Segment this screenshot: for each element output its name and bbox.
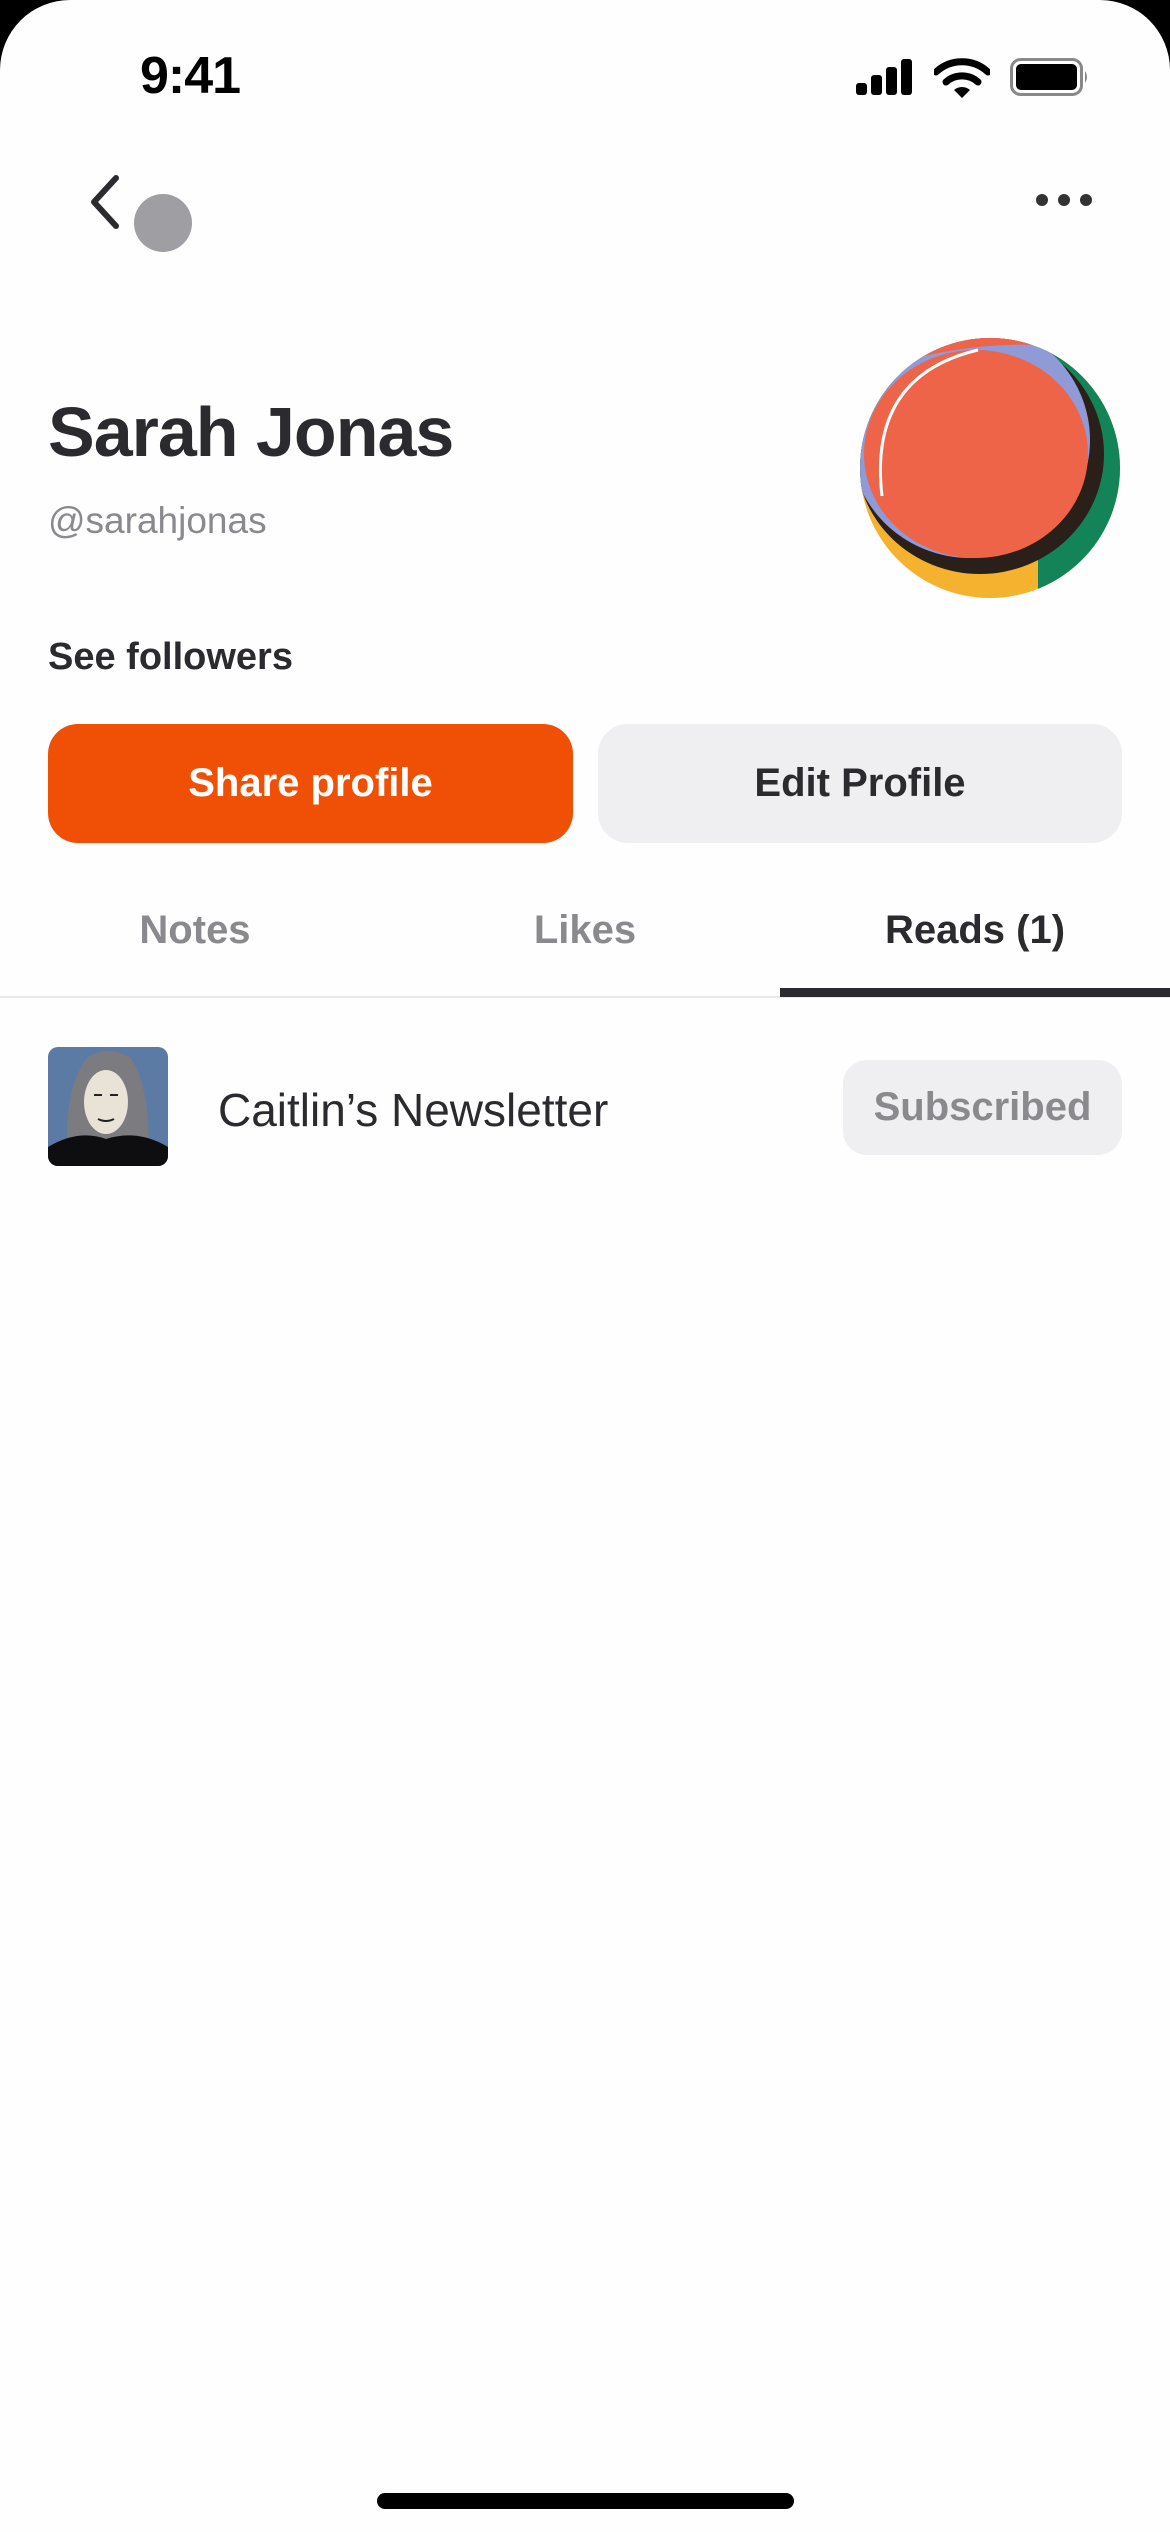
subscribed-button[interactable]: Subscribed xyxy=(843,1060,1122,1155)
edit-profile-button[interactable]: Edit Profile xyxy=(598,724,1122,843)
more-options-button[interactable] xyxy=(1034,190,1094,210)
profile-handle: @sarahjonas xyxy=(48,500,267,541)
profile-screen: 9:41 Sarah Jonas @sarahjonas See followe… xyxy=(0,0,1170,2532)
home-indicator[interactable] xyxy=(377,2493,794,2509)
cellular-signal-icon xyxy=(856,59,914,95)
status-time: 9:41 xyxy=(140,47,241,105)
newsletter-thumbnail[interactable] xyxy=(48,1047,168,1166)
wifi-icon xyxy=(934,58,990,98)
tab-reads[interactable]: Reads (1) xyxy=(780,908,1170,953)
profile-avatar[interactable] xyxy=(858,336,1122,600)
tab-notes[interactable]: Notes xyxy=(0,908,390,953)
back-button[interactable] xyxy=(86,172,126,232)
share-profile-button[interactable]: Share profile xyxy=(48,724,573,843)
touch-indicator xyxy=(134,194,192,252)
chevron-left-icon xyxy=(91,175,119,229)
profile-name: Sarah Jonas xyxy=(48,393,454,471)
active-tab-indicator xyxy=(780,988,1170,997)
newsletter-title[interactable]: Caitlin’s Newsletter xyxy=(218,1083,608,1137)
ellipsis-icon xyxy=(1036,194,1048,206)
see-followers-link[interactable]: See followers xyxy=(48,636,293,679)
tab-likes[interactable]: Likes xyxy=(390,908,780,953)
battery-icon xyxy=(1010,58,1087,96)
